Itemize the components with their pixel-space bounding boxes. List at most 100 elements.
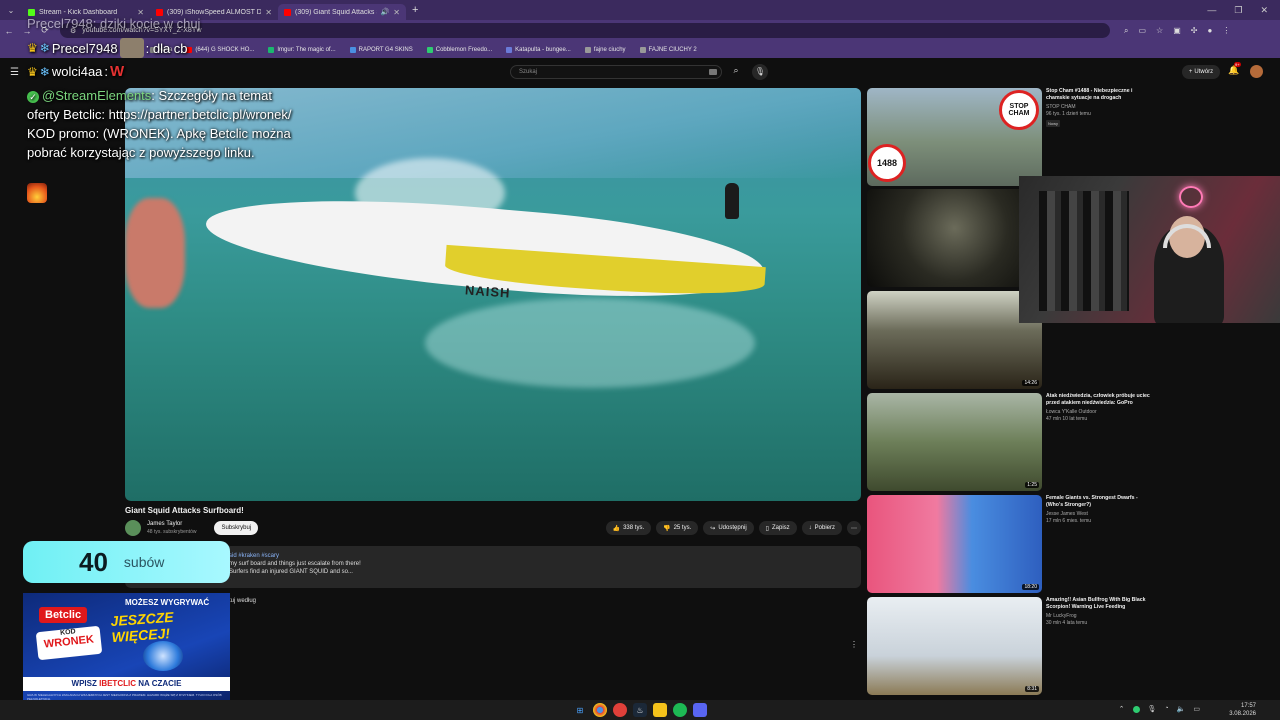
description-box[interactable]: sid #kraken #scary my surf board and thi… [125, 546, 861, 588]
profile-icon[interactable]: ● [1207, 26, 1212, 36]
maximize-icon[interactable]: ❐ [1234, 5, 1242, 16]
save-button[interactable]: ▯ Zapisz [758, 521, 797, 535]
video-duration: 18:20 [1022, 584, 1039, 590]
search-input[interactable]: Szukaj [510, 65, 722, 79]
kick-favicon-icon [28, 8, 35, 16]
battery-icon[interactable]: ▭ [1193, 705, 1200, 713]
window-controls: — ❐ ✕ [1207, 5, 1280, 16]
windows-start-icon[interactable]: ⊞ [573, 703, 587, 717]
video-thumbnail[interactable]: 18:20 [867, 495, 1042, 593]
wifi-icon[interactable]: ◔ [1164, 705, 1168, 713]
address-bar[interactable]: ⚙ youtube.com/watch?v=SYXY_Z-X8Yw [60, 23, 1110, 38]
recommended-title[interactable]: Female Giants vs. Strongest Dwarfs - (Wh… [1046, 495, 1156, 509]
bookmark-label: FAJNE CIUCHY 2 [648, 46, 697, 53]
menu-dots-icon[interactable]: ⋮ [1222, 26, 1230, 36]
chat-message: ♛ ❄ Precel7948: dla cb [27, 38, 188, 58]
steam-icon[interactable]: ♨ [633, 703, 647, 717]
create-button[interactable]: + Utwórz [1182, 65, 1220, 79]
bookmark-icon: ▯ [765, 525, 769, 532]
tab-search-icon[interactable]: ⌄ [0, 6, 22, 15]
bookmark[interactable]: Katapulta - bungee... [506, 46, 571, 53]
recommended-card[interactable]: 1:25 Atak niedźwiedzia, człowiek próbuje… [867, 393, 1157, 491]
more-dots-icon[interactable]: ⋮ [850, 640, 858, 649]
description-tags[interactable]: sid #kraken #scary [229, 552, 861, 560]
chrome-icon[interactable] [593, 703, 607, 717]
minimize-icon[interactable]: — [1207, 5, 1216, 16]
bookmark[interactable]: RAPORT G4 SKINS [349, 46, 413, 53]
bookmark-label: RAPORT G4 SKINS [358, 46, 413, 53]
extension-icon[interactable]: ▣ [1173, 26, 1181, 36]
file-explorer-icon[interactable] [653, 703, 667, 717]
chat-emote [119, 38, 144, 58]
menu-hamburger-icon[interactable]: ☰ [10, 67, 19, 78]
recommended-stats: 17 mln 6 mies. temu [1046, 518, 1092, 524]
tray-status-icon[interactable] [1132, 706, 1140, 713]
back-icon[interactable]: ← [0, 26, 18, 36]
zoom-icon[interactable]: ⌕ [1124, 26, 1128, 36]
video-duration: 14:26 [1022, 380, 1039, 386]
mic-tray-icon[interactable]: 🎙 [1148, 705, 1157, 713]
video-thumbnail[interactable]: 8:31 [867, 597, 1042, 695]
new-tab-button[interactable]: + [406, 4, 424, 16]
tray-chevron-icon[interactable]: ⌃ [1119, 705, 1125, 713]
video-thumbnail[interactable]: 14:26 [867, 291, 1042, 389]
subscribe-button[interactable]: Subskrybuj [214, 521, 259, 535]
channel-avatar[interactable] [125, 520, 141, 536]
video-thumbnail[interactable]: 1:25 [867, 393, 1042, 491]
tab-giant-squid[interactable]: (309) Giant Squid Attacks S... 🔊 ✕ [278, 4, 406, 20]
dislike-button[interactable]: 👎 25 tys. [656, 521, 699, 535]
recommended-card[interactable]: STOP CHAM 1488 Stop Cham #1488 - Niebezp… [867, 88, 1157, 186]
stop-cham-sign: STOP CHAM [999, 90, 1039, 130]
recommended-channel[interactable]: STOP CHAM [1046, 104, 1156, 111]
audio-playing-icon[interactable]: 🔊 [381, 8, 390, 16]
betclic-logo: Betclic [39, 607, 88, 623]
download-button[interactable]: ↓ Pobierz [801, 521, 842, 535]
bookmark-star-icon[interactable]: ☆ [1156, 26, 1163, 36]
discord-icon[interactable] [693, 703, 707, 717]
close-tab-icon[interactable]: ✕ [265, 8, 272, 17]
video-splash [425, 298, 755, 388]
channel-name[interactable]: James Taylor [147, 521, 196, 527]
recommended-channel[interactable]: Mr LuckyFrog [1046, 613, 1156, 620]
bookmark[interactable]: (644) G SHOCK HO... [186, 46, 254, 53]
recommended-title[interactable]: Amazing!! Asian Bullfrog With Big Black … [1046, 597, 1156, 611]
search-placeholder: Szukaj [519, 69, 538, 75]
recommended-title[interactable]: Stop Cham #1488 - Niebezpieczne i chamsk… [1046, 88, 1156, 102]
like-button[interactable]: 👍 338 tys. [605, 521, 652, 535]
recording-app-icon[interactable] [613, 703, 627, 717]
video-thumbnail[interactable]: STOP CHAM 1488 [867, 88, 1042, 186]
notifications-bell-icon[interactable]: 🔔 9+ [1228, 62, 1241, 76]
video-meta: Female Giants vs. Strongest Dwarfs - (Wh… [1046, 495, 1156, 525]
channel-row: James Taylor 48 tys. subskrybentów Subsk… [125, 520, 259, 536]
close-window-icon[interactable]: ✕ [1260, 5, 1268, 16]
bookmark[interactable]: Imgur: The magic of... [268, 46, 336, 53]
notification-count: 9+ [1234, 62, 1241, 67]
keyboard-icon[interactable] [709, 69, 717, 75]
search-icon[interactable]: ⌕ [728, 65, 744, 79]
microphone-icon[interactable]: 🎙 [752, 64, 768, 80]
close-tab-icon[interactable]: ✕ [393, 8, 400, 17]
system-clock[interactable]: 17:57 3.08.2026 [1229, 702, 1256, 718]
puzzle-icon[interactable]: ✣ [1191, 26, 1198, 36]
bookmark[interactable]: FAJNE CIUCHY 2 [639, 46, 697, 53]
chat-message: ♛ ❄ wolci4aa: W [27, 63, 124, 80]
bookmark[interactable]: Cobblemon Freedo... [426, 46, 492, 53]
spotify-icon[interactable] [673, 703, 687, 717]
chat-text: : dla cb [145, 40, 188, 56]
volume-icon[interactable]: 🔈 [1177, 705, 1186, 713]
cast-icon[interactable]: ▭ [1138, 26, 1146, 36]
bookmark[interactable]: fajne ciuchy [584, 46, 626, 53]
recommended-channel[interactable]: Jesse James West [1046, 511, 1156, 518]
thumbs-up-icon: 👍 [612, 525, 621, 532]
share-button[interactable]: ↪ Udostępnij [703, 521, 754, 535]
recommended-channel[interactable]: Łowca Y'Kalle Outdoor [1046, 409, 1156, 416]
recommended-card[interactable]: 18:20 Female Giants vs. Strongest Dwarfs… [867, 495, 1157, 593]
recommended-card[interactable]: 8:31 Amazing!! Asian Bullfrog With Big B… [867, 597, 1157, 695]
video-thumbnail[interactable] [867, 189, 1042, 287]
webcam-neon-sign [1179, 186, 1203, 208]
recommended-title[interactable]: Atak niedźwiedzia, człowiek próbuje ucie… [1046, 393, 1156, 407]
channel-info: James Taylor 48 tys. subskrybentów [147, 521, 196, 535]
account-avatar[interactable] [1250, 65, 1263, 78]
comments-sort[interactable]: tuj według [229, 598, 256, 604]
more-actions-button[interactable]: ⋯ [847, 521, 861, 535]
